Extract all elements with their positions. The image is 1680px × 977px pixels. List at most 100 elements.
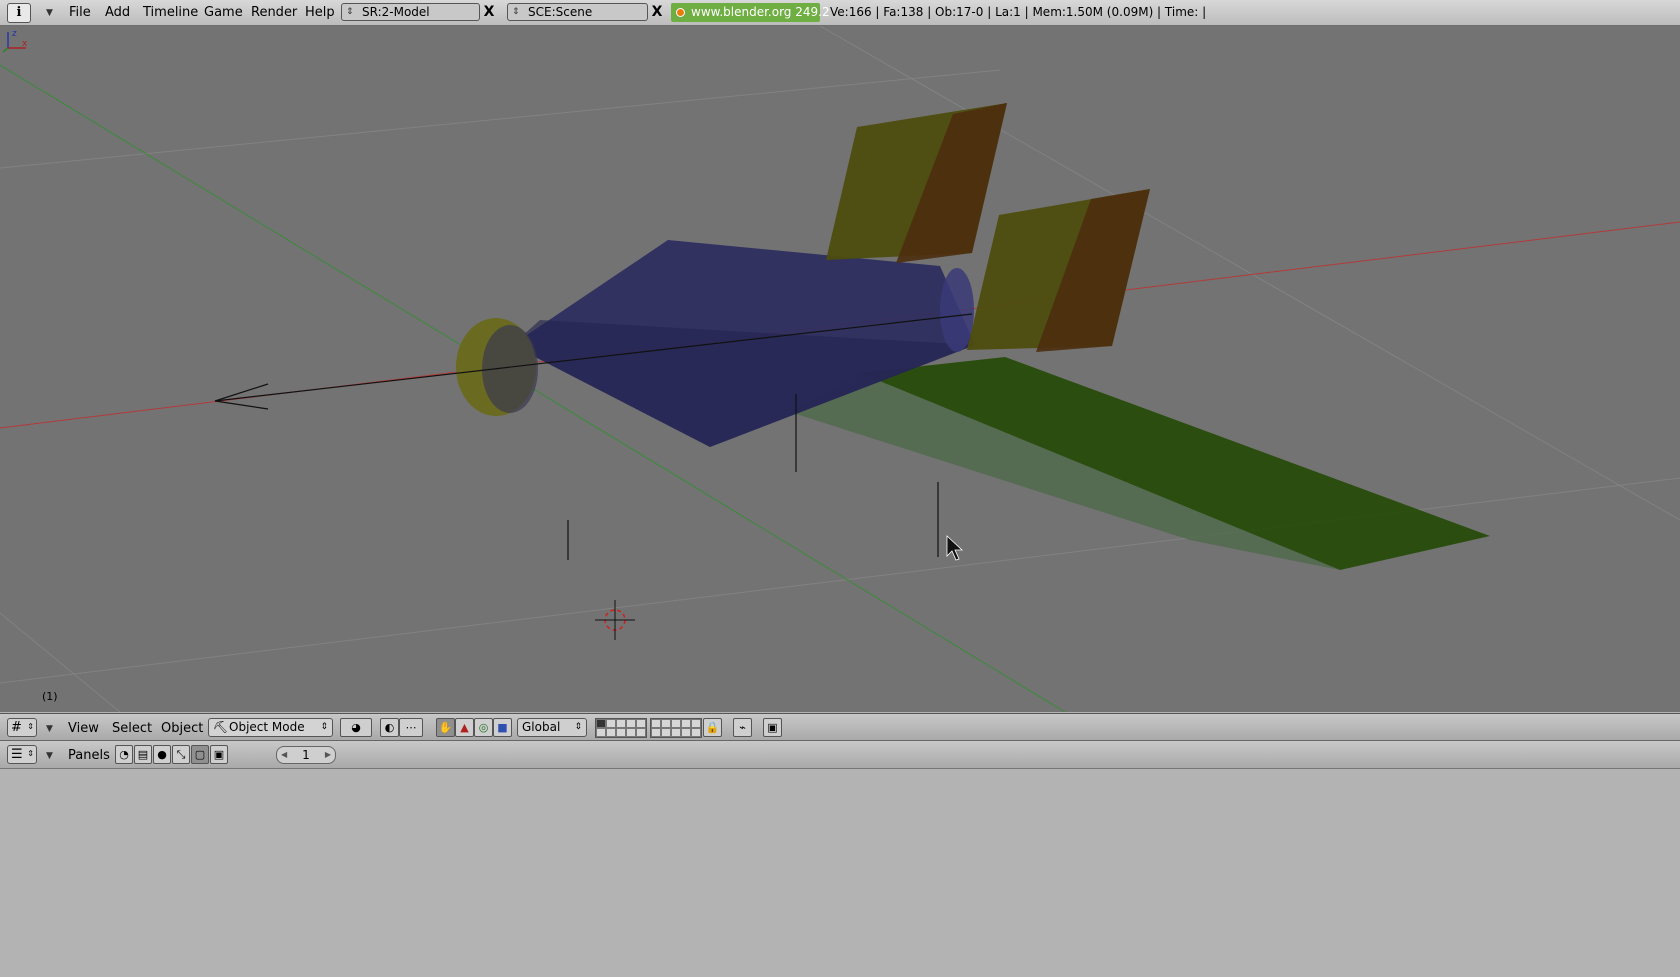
rotate-triangle-icon: ▲ (460, 721, 469, 734)
buttons-window-icon: ☰ (11, 747, 23, 762)
snap-button[interactable]: ⌁ (733, 718, 752, 737)
manipulator-icon: ⋯ (405, 721, 417, 734)
window-type-dropdown-icon[interactable]: ▼ (46, 8, 53, 18)
layer-buttons-group-1[interactable] (595, 718, 647, 738)
lock-icon: 🔒 (705, 721, 720, 734)
scale-circle-icon: ◎ (478, 721, 489, 734)
axis-gizmo: z x (2, 29, 28, 53)
editing-square-icon: ▢ (194, 748, 206, 761)
pivot-button[interactable]: ◐ (380, 718, 399, 737)
logic-context-button[interactable]: ◔ (115, 745, 133, 764)
scene-image-icon: ▣ (213, 748, 225, 761)
increment-arrow-icon[interactable]: ▶ (325, 747, 331, 763)
menu-game[interactable]: Game (204, 5, 243, 20)
layer-button[interactable] (651, 728, 661, 737)
scene-delete-button[interactable]: X (649, 3, 665, 21)
orientation-updown-icon: ⇕ (574, 722, 582, 732)
scene-context-button[interactable]: ▣ (210, 745, 228, 764)
manipulator-toggle[interactable]: ⋯ (399, 718, 423, 737)
menu-render[interactable]: Render (251, 5, 297, 20)
layer-button[interactable] (626, 728, 636, 737)
lock-layers-button[interactable]: 🔒 (703, 718, 722, 737)
screen-name[interactable]: SR:2-Model (362, 4, 430, 20)
layer-button[interactable] (651, 719, 661, 728)
menu-file[interactable]: File (69, 5, 91, 20)
axis-x-label: x (22, 39, 28, 49)
menu-select[interactable]: Select (112, 721, 152, 736)
info-header: i ▼ File Add Timeline Game Render Help ⇕… (0, 0, 1680, 26)
mode-label: Object Mode (229, 720, 305, 734)
axis-z-label: z (12, 29, 17, 39)
layer-button[interactable] (681, 719, 691, 728)
blender-version-link[interactable]: www.blender.org 249.2 (671, 3, 830, 22)
grid-window-icon: # (11, 720, 22, 735)
manipulator-grab-button[interactable]: ✋ (436, 718, 455, 737)
render-icon: ▣ (767, 721, 778, 734)
render-preview-button[interactable]: ▣ (763, 718, 782, 737)
orientation-label: Global (522, 720, 561, 734)
3d-view-window-type[interactable]: # ⇕ (7, 718, 37, 737)
menu-view[interactable]: View (68, 721, 99, 736)
manipulator-cube-button[interactable]: ■ (493, 718, 512, 737)
screen-browse-icon[interactable]: ⇕ (346, 4, 354, 20)
layer-button[interactable] (691, 719, 701, 728)
object-mode-icon: ⛏ (213, 720, 229, 734)
layer-button[interactable] (671, 728, 681, 737)
object-context-button[interactable]: ⤡ (172, 745, 190, 764)
menu-object[interactable]: Object (161, 721, 203, 736)
frame-number-field[interactable]: ◀ 1 ▶ (276, 746, 336, 764)
layer-button[interactable] (616, 719, 626, 728)
script-icon: ▤ (137, 748, 149, 761)
buttons-window-updown-icon: ⇕ (27, 749, 34, 758)
layer-button[interactable] (671, 719, 681, 728)
snap-icon: ⌁ (739, 721, 746, 734)
hand-icon: ✋ (438, 721, 453, 734)
scene-name[interactable]: SCE:Scene (528, 4, 592, 20)
draw-type-button[interactable]: ◕ (340, 718, 372, 737)
frame-number-value[interactable]: 1 (302, 748, 310, 762)
manipulator-rotate-button[interactable]: ▲ (455, 718, 474, 737)
scene-selector[interactable]: ⇕ SCE:Scene (507, 3, 648, 21)
shading-context-button[interactable]: ● (153, 745, 171, 764)
blender-logo-icon (676, 8, 685, 17)
buttons-header-collapse-icon[interactable]: ▼ (46, 751, 53, 761)
manipulator-scale-button[interactable]: ◎ (474, 718, 493, 737)
screen-selector[interactable]: ⇕ SR:2-Model (341, 3, 480, 21)
layer-button[interactable] (636, 719, 646, 728)
current-frame-label: (1) (42, 690, 58, 703)
decrement-arrow-icon[interactable]: ◀ (281, 747, 287, 763)
layer-button[interactable] (606, 719, 616, 728)
logic-icon: ◔ (119, 748, 129, 761)
menu-timeline[interactable]: Timeline (143, 5, 198, 20)
editing-context-button[interactable]: ▢ (191, 745, 209, 764)
layer-button[interactable] (691, 728, 701, 737)
info-window-type-icon[interactable]: i (7, 3, 31, 23)
buttons-window-type[interactable]: ☰ ⇕ (7, 745, 37, 764)
layer-button[interactable] (681, 728, 691, 737)
header-collapse-icon[interactable]: ▼ (46, 724, 53, 734)
layer-button[interactable] (661, 719, 671, 728)
3d-viewport[interactable]: z x (1) (0, 26, 1680, 712)
buttons-window-header: ☰ ⇕ ▼ Panels ◔ ▤ ● ⤡ ▢ ▣ ◀ 1 ▶ (0, 741, 1680, 769)
layer-button[interactable] (661, 728, 671, 737)
script-context-button[interactable]: ▤ (134, 745, 152, 764)
menu-help[interactable]: Help (305, 5, 335, 20)
layer-buttons-group-2[interactable] (650, 718, 702, 738)
mode-selector[interactable]: ⛏ Object Mode ⇕ (208, 718, 333, 737)
pivot-icon: ◐ (384, 721, 395, 734)
layer-button[interactable] (596, 728, 606, 737)
layer-button[interactable] (616, 728, 626, 737)
buttons-window-area (0, 769, 1680, 977)
screen-delete-button[interactable]: X (481, 3, 497, 21)
menu-add[interactable]: Add (105, 5, 130, 20)
layer-button[interactable] (606, 728, 616, 737)
transform-orientation-selector[interactable]: Global ⇕ (517, 718, 587, 737)
layer-button[interactable] (596, 719, 606, 728)
menu-panels[interactable]: Panels (68, 748, 110, 763)
shading-sphere-icon: ● (157, 748, 167, 761)
viewport-scene[interactable] (0, 26, 1680, 712)
layer-button[interactable] (636, 728, 646, 737)
layer-button[interactable] (626, 719, 636, 728)
scene-browse-icon[interactable]: ⇕ (512, 4, 520, 20)
window-type-updown-icon: ⇕ (27, 722, 34, 731)
